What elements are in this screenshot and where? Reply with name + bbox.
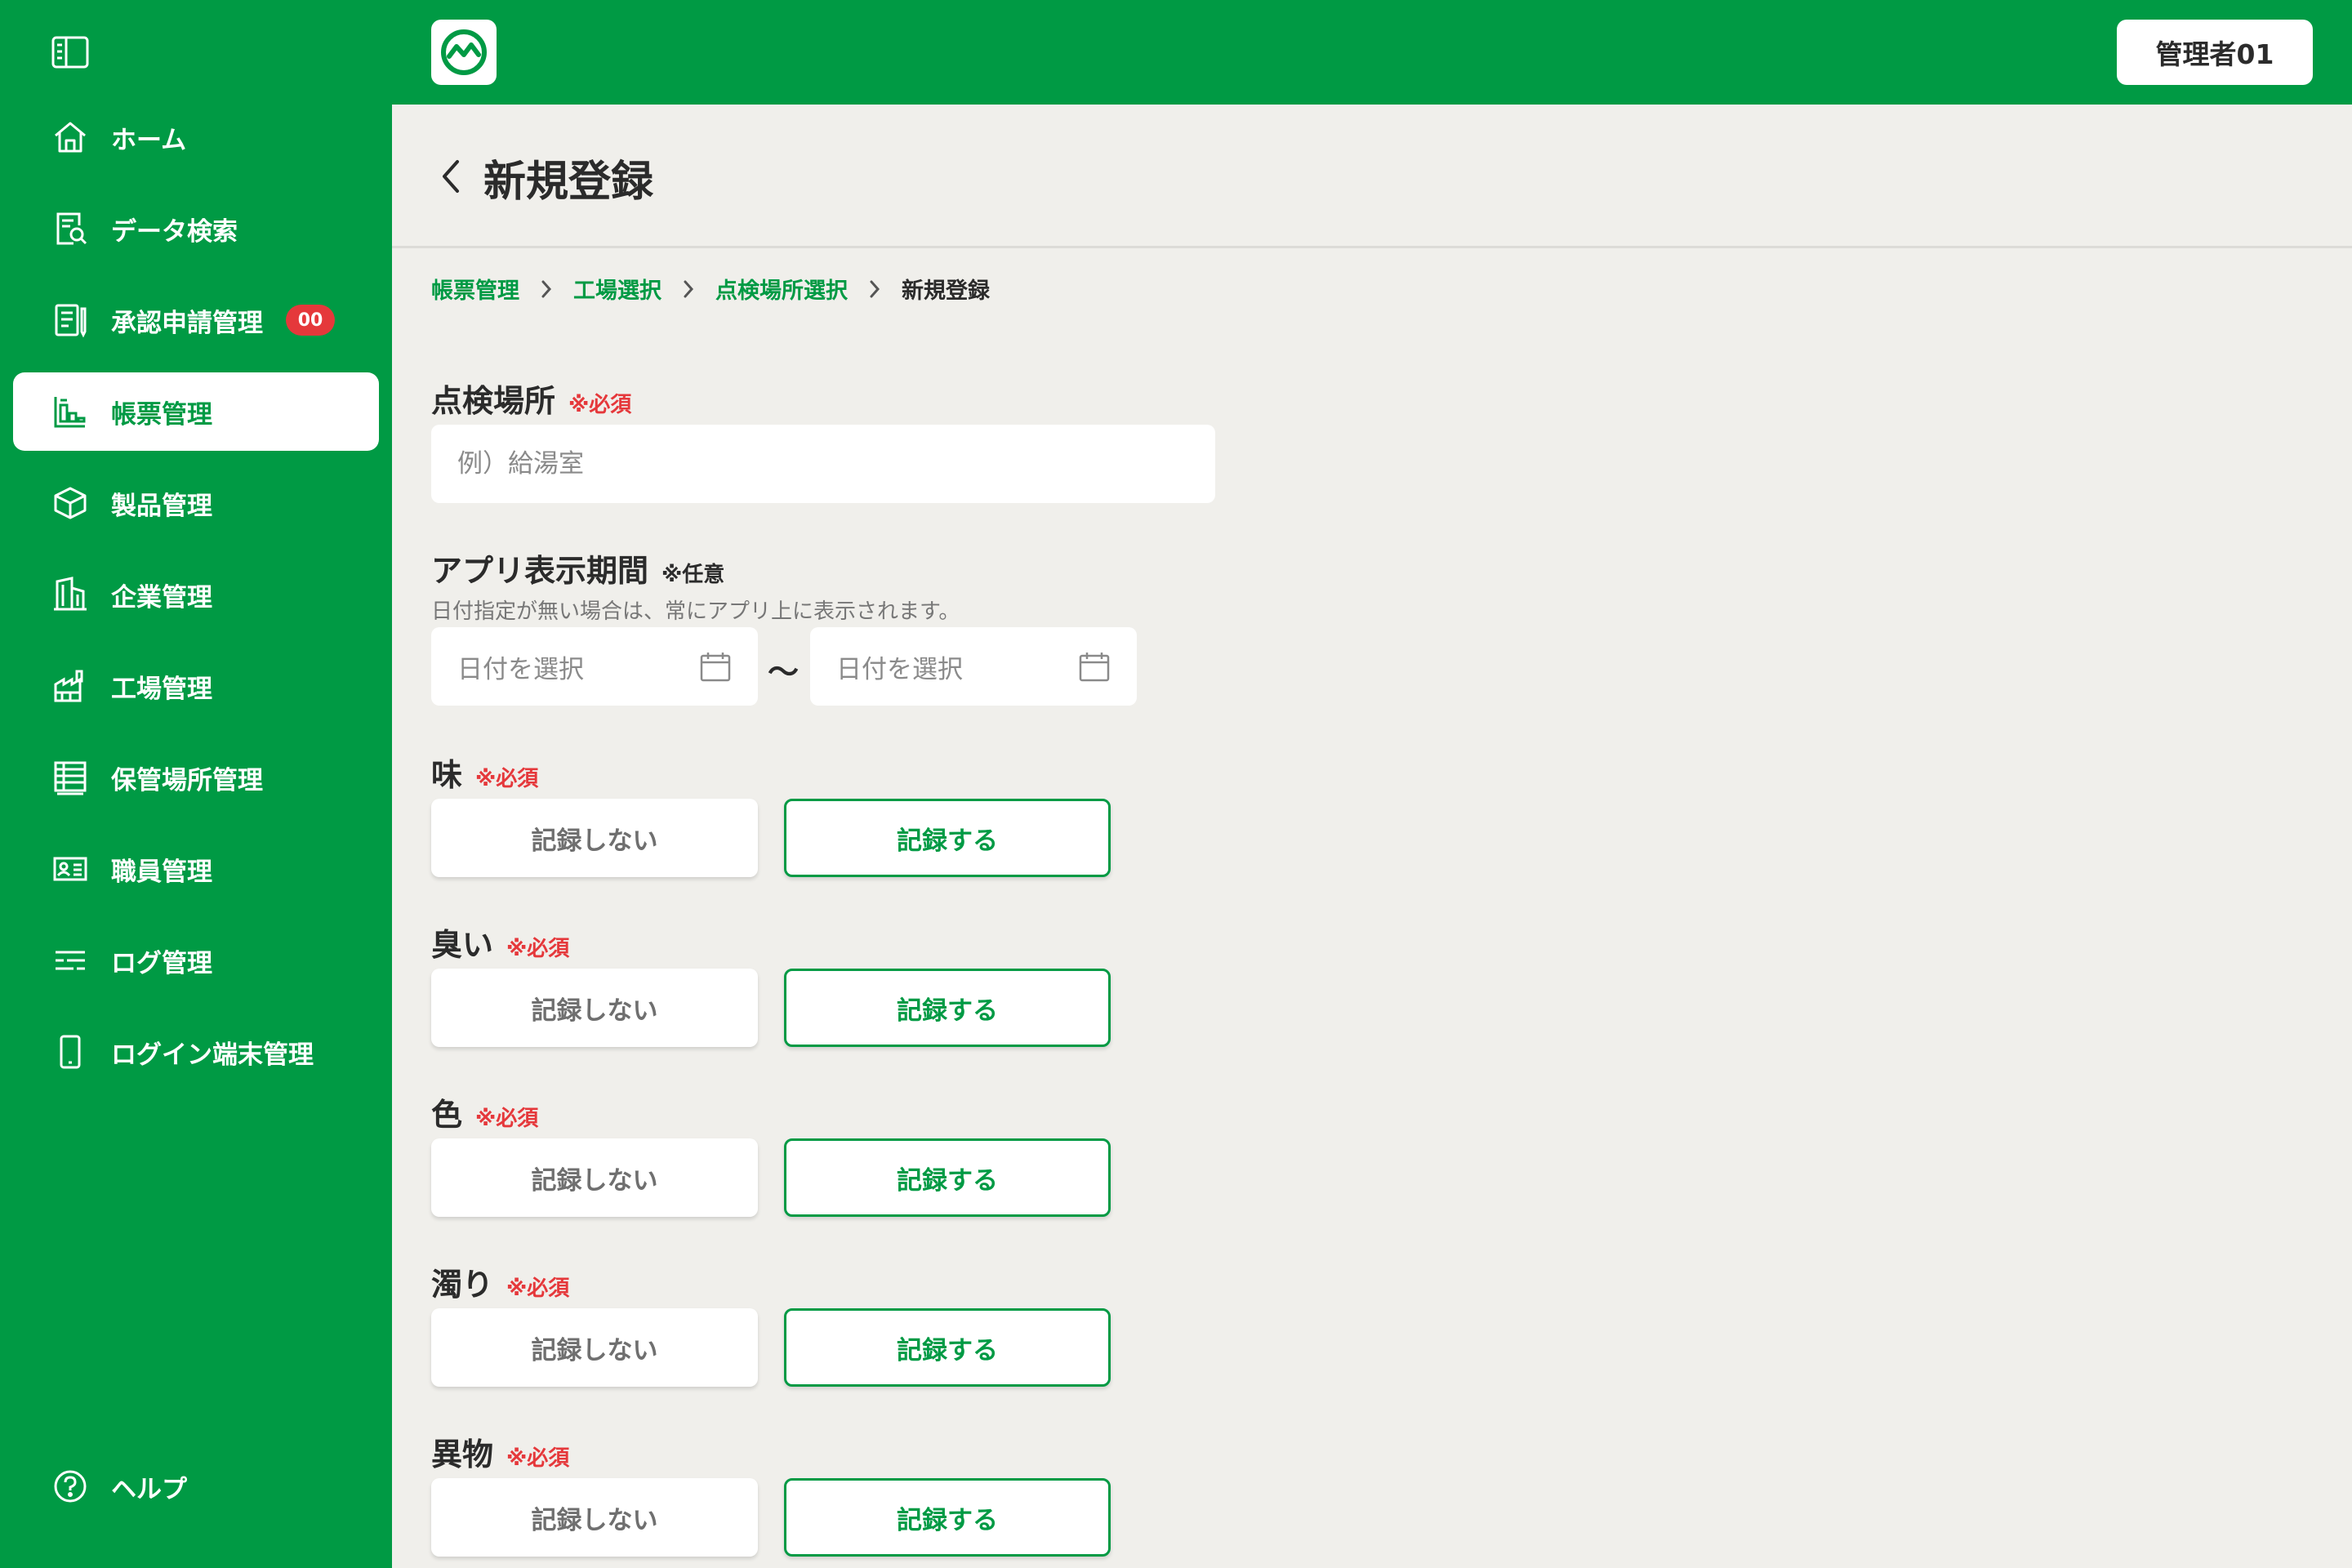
- color-no-record-button[interactable]: 記録しない: [431, 1138, 758, 1217]
- breadcrumb-item-reports[interactable]: 帳票管理: [431, 273, 519, 305]
- user-menu-button[interactable]: 管理者01: [2117, 20, 2313, 85]
- breadcrumb-item-factory-select[interactable]: 工場選択: [573, 273, 662, 305]
- chevron-right-icon: [869, 279, 880, 299]
- taste-record-button[interactable]: 記録する: [784, 799, 1111, 877]
- app-root: ホーム データ検索 承認申請管理 00 帳票管理 製品管理 企業管理 工場管理 …: [0, 0, 2352, 1568]
- period-hint: 日付指定が無い場合は、常にアプリ上に表示されます。: [431, 599, 960, 624]
- color-field-header: 色 ※必須: [431, 1089, 538, 1134]
- location-label: 点検場所: [431, 383, 556, 419]
- required-mark: ※必須: [506, 1276, 570, 1301]
- period-label: アプリ表示期間: [431, 553, 649, 589]
- turbidity-record-button[interactable]: 記録する: [784, 1308, 1111, 1387]
- period-start-date-picker[interactable]: 日付を選択: [431, 627, 758, 706]
- turbidity-label: 濁り: [431, 1267, 494, 1303]
- report-icon: [51, 392, 90, 431]
- date-range-separator: 〜: [768, 654, 800, 690]
- breadcrumb-item-location-select[interactable]: 点検場所選択: [715, 273, 848, 305]
- sidebar-item-companies[interactable]: 企業管理: [13, 555, 379, 634]
- sidebar-item-help[interactable]: ヘルプ: [51, 1467, 187, 1506]
- breadcrumb: 帳票管理 工場選択 点検場所選択 新規登録: [431, 273, 990, 305]
- sidebar-item-storage[interactable]: 保管場所管理: [13, 738, 379, 817]
- home-icon: [51, 118, 90, 157]
- sidebar-item-label: ログ管理: [111, 948, 212, 978]
- sidebar-item-devices[interactable]: ログイン端末管理: [13, 1013, 379, 1091]
- sidebar-item-label: 工場管理: [111, 674, 212, 704]
- location-field-header: 点検場所 ※必須: [431, 376, 631, 421]
- building-icon: [51, 575, 90, 614]
- date-placeholder: 日付を選択: [836, 654, 963, 684]
- sidebar-item-products[interactable]: 製品管理: [13, 464, 379, 542]
- color-record-button[interactable]: 記録する: [784, 1138, 1111, 1217]
- sidebar-item-label: 帳票管理: [111, 399, 212, 430]
- page-title: 新規登録: [483, 158, 654, 207]
- smell-label: 臭い: [431, 927, 494, 963]
- sidebar-item-reports[interactable]: 帳票管理: [13, 372, 379, 451]
- calendar-icon: [699, 650, 732, 683]
- help-icon: [51, 1467, 90, 1506]
- app-logo[interactable]: [431, 20, 497, 85]
- approval-icon: [51, 301, 90, 340]
- help-label: ヘルプ: [111, 1474, 187, 1504]
- foreign-matter-label: 異物: [431, 1437, 494, 1472]
- logo-icon: [441, 29, 487, 75]
- color-label: 色: [431, 1097, 463, 1133]
- required-mark: ※必須: [506, 1446, 570, 1471]
- sidebar-item-label: ログイン端末管理: [111, 1040, 314, 1070]
- chevron-right-icon: [683, 279, 694, 299]
- factory-icon: [51, 666, 90, 706]
- turbidity-no-record-button[interactable]: 記録しない: [431, 1308, 758, 1387]
- approval-count-badge: 00: [286, 305, 335, 336]
- box-icon: [51, 483, 90, 523]
- taste-no-record-button[interactable]: 記録しない: [431, 799, 758, 877]
- foreign-matter-record-button[interactable]: 記録する: [784, 1478, 1111, 1557]
- date-placeholder: 日付を選択: [457, 654, 584, 684]
- log-icon: [51, 941, 90, 980]
- foreign-matter-field-header: 異物 ※必須: [431, 1429, 569, 1474]
- foreign-matter-no-record-button[interactable]: 記録しない: [431, 1478, 758, 1557]
- required-mark: ※必須: [475, 1107, 539, 1131]
- smell-record-button[interactable]: 記録する: [784, 969, 1111, 1047]
- taste-field-header: 味 ※必須: [431, 750, 538, 795]
- sidebar-item-home[interactable]: ホーム: [13, 98, 379, 176]
- sidebar-item-label: 承認申請管理: [111, 308, 263, 338]
- sidebar-item-label: ホーム: [111, 125, 187, 155]
- sidebar-item-logs[interactable]: ログ管理: [13, 921, 379, 1000]
- sidebar: ホーム データ検索 承認申請管理 00 帳票管理 製品管理 企業管理 工場管理 …: [0, 0, 392, 1568]
- optional-mark: ※任意: [662, 563, 725, 587]
- sidebar-item-label: データ検索: [111, 216, 238, 247]
- top-bar: 管理者01: [392, 0, 2352, 105]
- sidebar-item-staff[interactable]: 職員管理: [13, 830, 379, 908]
- smell-no-record-button[interactable]: 記録しない: [431, 969, 758, 1047]
- device-icon: [51, 1032, 90, 1071]
- smell-field-header: 臭い ※必須: [431, 920, 569, 964]
- sidebar-nav: ホーム データ検索 承認申請管理 00 帳票管理 製品管理 企業管理 工場管理 …: [13, 98, 379, 1104]
- sidebar-item-label: 職員管理: [111, 857, 212, 887]
- storage-icon: [51, 758, 90, 797]
- sidebar-item-label: 保管場所管理: [111, 765, 263, 795]
- period-end-date-picker[interactable]: 日付を選択: [810, 627, 1137, 706]
- required-mark: ※必須: [568, 393, 632, 417]
- calendar-icon: [1078, 650, 1111, 683]
- taste-label: 味: [431, 757, 463, 793]
- id-card-icon: [51, 849, 90, 889]
- required-mark: ※必須: [475, 767, 539, 791]
- period-field-header: アプリ表示期間 ※任意: [431, 546, 724, 590]
- turbidity-field-header: 濁り ※必須: [431, 1259, 569, 1304]
- location-input[interactable]: [431, 425, 1215, 503]
- required-mark: ※必須: [506, 937, 570, 961]
- sidebar-item-approval[interactable]: 承認申請管理 00: [13, 281, 379, 359]
- sidebar-item-data-search[interactable]: データ検索: [13, 189, 379, 268]
- sidebar-item-label: 製品管理: [111, 491, 212, 521]
- breadcrumb-item-current: 新規登録: [902, 278, 990, 304]
- data-search-icon: [51, 209, 90, 248]
- sidebar-item-label: 企業管理: [111, 582, 212, 612]
- sidebar-item-factories[interactable]: 工場管理: [13, 647, 379, 725]
- chevron-right-icon: [541, 279, 552, 299]
- back-arrow-icon[interactable]: [431, 154, 470, 199]
- page-header: 新規登録: [392, 105, 2352, 248]
- sidebar-toggle-icon[interactable]: [51, 34, 90, 70]
